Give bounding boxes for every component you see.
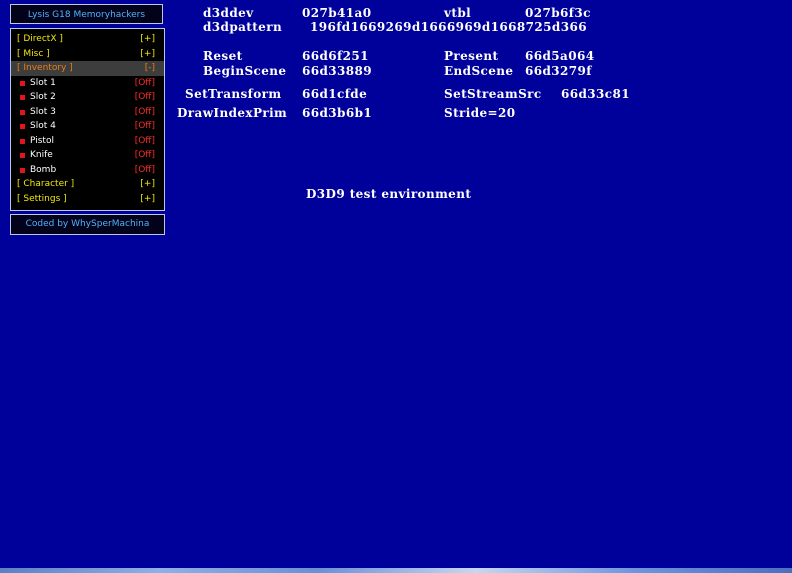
environment-label: D3D9 test environment [306,187,472,201]
bullet-icon [20,138,25,144]
d3ddev-label: d3ddev [203,6,254,20]
menu-item-slot-3[interactable]: Slot 3 [Off] [11,105,164,120]
credit-label: Coded by WhySperMachina [10,214,165,235]
endscene-label: EndScene [444,64,514,78]
menu-category-character[interactable]: [ Character ] [+] [11,177,164,192]
bullet-icon [20,167,25,173]
toggle-value[interactable]: [Off] [135,148,155,163]
setstreamsrc-label: SetStreamSrc [444,87,542,101]
menu-title: Lysis G18 Memoryhackers [10,4,163,24]
bullet-icon [20,95,25,100]
toggle-value[interactable]: [Off] [135,76,155,91]
present-label: Present [444,49,499,63]
d3ddev-value: 027b41a0 [302,6,372,20]
menu-item-label: Slot 4 [30,121,56,131]
menu-category-misc[interactable]: [ Misc ] [+] [11,47,164,62]
menu-item-label: Slot 1 [30,77,56,88]
setstreamsrc-value: 66d33c81 [561,87,630,101]
reset-value: 66d6f251 [302,49,369,63]
settransform-label: SetTransform [185,87,282,101]
menu-category-directx[interactable]: [ DirectX ] [+] [11,32,164,47]
toggle-value[interactable]: [Off] [135,134,155,149]
beginscene-value: 66d33889 [302,64,373,78]
menu-item-slot-2[interactable]: Slot 2 [Off] [11,90,164,105]
menu-item-pistol[interactable]: Pistol [Off] [11,134,164,149]
menu-category-label: [ DirectX ] [17,34,63,44]
menu-category-label: [ Inventory ] [17,63,73,73]
expand-toggle[interactable]: [+] [140,177,155,192]
vtbl-label: vtbl [444,6,472,20]
present-value: 66d5a064 [525,49,595,63]
toggle-value[interactable]: [Off] [135,105,155,120]
menu-item-slot-1[interactable]: Slot 1 [Off] [11,76,164,91]
beginscene-label: BeginScene [203,64,287,78]
bullet-icon [20,153,25,158]
toggle-value[interactable]: [Off] [135,163,155,178]
menu-item-slot-4[interactable]: Slot 4 [Off] [11,119,164,134]
drawindexprim-value: 66d3b6b1 [302,106,373,120]
menu-category-label: [ Misc ] [17,48,50,59]
expand-toggle[interactable]: [+] [140,47,155,62]
stride-readout: Stride=20 [444,106,516,120]
toggle-value[interactable]: [Off] [135,90,155,105]
toggle-value[interactable]: [Off] [135,119,155,134]
d3dpattern-label: d3dpattern [203,20,283,34]
hack-menu: [ DirectX ] [+] [ Misc ] [+] [ Inventory… [10,28,165,211]
menu-item-bomb[interactable]: Bomb [Off] [11,163,164,178]
menu-category-label: [ Settings ] [17,193,67,204]
endscene-value: 66d3279f [525,64,592,78]
bullet-icon [20,124,25,129]
menu-item-label: Slot 3 [30,106,56,117]
menu-item-knife[interactable]: Knife [Off] [11,148,164,163]
expand-toggle[interactable]: [+] [140,32,155,47]
menu-item-label: Bomb [30,164,57,175]
menu-category-inventory[interactable]: [ Inventory ] [-] [11,61,164,76]
reset-label: Reset [203,49,243,63]
d3dpattern-value: 196fd1669269d1666969d1668725d366 [310,20,587,34]
drawindexprim-label: DrawIndexPrim [177,106,288,120]
bullet-icon [20,80,25,86]
collapse-toggle[interactable]: [-] [145,61,155,76]
vtbl-value: 027b6f3c [525,6,591,20]
bullet-icon [20,109,25,115]
settransform-value: 66d1cfde [302,87,368,101]
menu-category-settings[interactable]: [ Settings ] [+] [11,192,164,207]
menu-item-label: Pistol [30,135,54,146]
expand-toggle[interactable]: [+] [140,192,155,207]
taskbar-strip [0,568,792,573]
menu-item-label: Knife [30,150,53,160]
menu-category-label: [ Character ] [17,179,75,189]
menu-item-label: Slot 2 [30,92,56,102]
